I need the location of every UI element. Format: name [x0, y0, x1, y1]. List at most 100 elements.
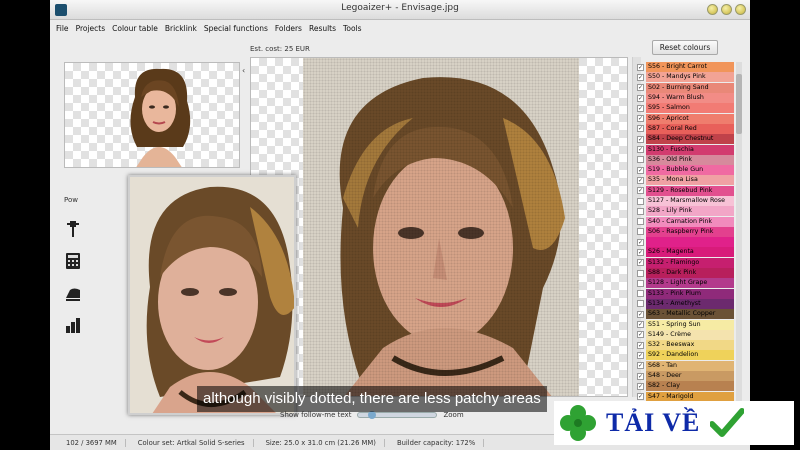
mosaic-canvas[interactable]	[250, 57, 628, 397]
colour-row[interactable]: ✓ S84 - Deep Chestnut	[636, 134, 734, 145]
colour-row[interactable]: ✓ S82 - Clay	[636, 381, 734, 392]
colour-row[interactable]: S06 - Raspberry Pink	[636, 226, 734, 237]
colour-checkbox[interactable]	[637, 300, 644, 308]
menu-results[interactable]: Results	[309, 24, 336, 33]
colour-swatch-label: S26 - Magenta	[646, 247, 734, 258]
colour-row[interactable]: ✓ S32 - Beeswax	[636, 340, 734, 351]
bar-chart-icon[interactable]	[64, 316, 82, 334]
colour-checkbox[interactable]: ✓	[637, 248, 644, 256]
menu-colour-table[interactable]: Colour table	[112, 24, 158, 33]
colour-row[interactable]: ✓ S129 - Rosebud Pink	[636, 185, 734, 196]
colour-checkbox[interactable]: ✓	[637, 331, 644, 339]
colour-swatch-label: S02 - Burning Sand	[646, 82, 734, 93]
colour-checkbox[interactable]: ✓	[637, 63, 644, 71]
colour-checkbox[interactable]: ✓	[637, 84, 644, 92]
scroll-thumb[interactable]	[736, 74, 742, 134]
colour-checkbox[interactable]: ✓	[637, 382, 644, 390]
colour-checkbox[interactable]	[637, 290, 644, 298]
colour-checkbox[interactable]: ✓	[637, 351, 644, 359]
colour-row[interactable]: ✓ S26 - Magenta	[636, 247, 734, 258]
colour-row[interactable]: ✓ S132 - Flamingo	[636, 257, 734, 268]
colour-checkbox[interactable]: ✓	[637, 135, 644, 143]
colour-checkbox[interactable]: ✓	[637, 94, 644, 102]
colour-row[interactable]: ✓ S02 - Burning Sand	[636, 82, 734, 93]
colour-row[interactable]: S40 - Carnation Pink	[636, 216, 734, 227]
colour-list-scrollbar[interactable]	[736, 62, 742, 402]
menu-special-functions[interactable]: Special functions	[204, 24, 268, 33]
menu-tools[interactable]: Tools	[343, 24, 361, 33]
colour-checkbox[interactable]: ✓	[637, 393, 644, 401]
title-bar: Legoaizer+ - Envisage.jpg	[50, 0, 750, 20]
colour-row[interactable]: ✓ S149 - Crème	[636, 329, 734, 340]
colour-checkbox[interactable]: ✓	[637, 259, 644, 267]
collapse-arrow-icon[interactable]: ‹	[242, 66, 245, 75]
colour-row[interactable]: S88 - Dark Pink	[636, 268, 734, 279]
zoom-slider-knob[interactable]	[368, 411, 377, 419]
colour-row[interactable]: S127 - Marsmallow Rose	[636, 196, 734, 206]
bead-tool-icon[interactable]	[64, 220, 82, 238]
reset-colours-button[interactable]: Reset colours	[652, 40, 718, 55]
colour-checkbox[interactable]: ✓	[637, 176, 644, 184]
follow-me-text-toggle[interactable]: Show follow-me text	[280, 411, 351, 419]
colour-checkbox[interactable]	[637, 218, 644, 226]
colour-checkbox[interactable]: ✓	[637, 166, 644, 174]
colour-checkbox[interactable]: ✓	[637, 321, 644, 329]
colour-swatch-label: S94 - Warm Blush	[646, 93, 734, 104]
colour-row[interactable]: ✓ S48 - Deer	[636, 371, 734, 382]
colour-swatch-label: S96 - Apricot	[646, 113, 734, 124]
colour-checkbox[interactable]: ✓	[637, 362, 644, 370]
minimize-button[interactable]	[707, 4, 718, 15]
menu-bricklink[interactable]: Bricklink	[165, 24, 197, 33]
colour-row[interactable]: ✓ S35 - Mona Lisa	[636, 175, 734, 186]
maximize-button[interactable]	[721, 4, 732, 15]
colour-checkbox[interactable]: ✓	[637, 104, 644, 112]
floating-preview[interactable]	[128, 175, 296, 415]
close-button[interactable]	[735, 4, 746, 15]
colour-checkbox[interactable]: ✓	[637, 73, 644, 81]
colour-row[interactable]: ✓ S50 - Mandys Pink	[636, 72, 734, 83]
original-image-preview[interactable]	[64, 62, 240, 168]
colour-row[interactable]: ✓ S87 - Coral Red	[636, 123, 734, 134]
colour-row[interactable]: ✓ S96 - Apricot	[636, 113, 734, 124]
watermark-badge: TẢI VỀ	[554, 401, 794, 445]
colour-checkbox[interactable]	[637, 279, 644, 287]
colour-checkbox[interactable]: ✓	[637, 115, 644, 123]
colour-row[interactable]: ✓	[636, 237, 734, 248]
colour-checkbox[interactable]: ✓	[637, 310, 644, 318]
colour-checkbox[interactable]: ✓	[637, 341, 644, 349]
colour-swatch-label: S133 - Pink Plum	[646, 288, 734, 299]
colour-row[interactable]: ✓ S51 - Spring Sun	[636, 319, 734, 330]
menu-projects[interactable]: Projects	[76, 24, 106, 33]
colour-row[interactable]: ✓ S19 - Bubble Gun	[636, 165, 734, 176]
colour-row[interactable]: ✓ S130 - Fuschia	[636, 144, 734, 155]
colour-checkbox[interactable]: ✓	[637, 238, 644, 246]
colour-swatch-label: S132 - Flamingo	[646, 257, 734, 268]
colour-row[interactable]: S134 - Amethyst	[636, 298, 734, 309]
zoom-slider[interactable]	[357, 411, 438, 419]
calculator-icon[interactable]	[64, 252, 82, 270]
iron-icon[interactable]	[64, 284, 82, 302]
colour-row[interactable]: ✓ S68 - Tan	[636, 360, 734, 371]
colour-checkbox[interactable]: ✓	[637, 146, 644, 154]
colour-row[interactable]: S128 - Light Grape	[636, 278, 734, 289]
colour-checkbox[interactable]	[637, 156, 644, 164]
menu-folders[interactable]: Folders	[275, 24, 302, 33]
colour-checkbox[interactable]	[637, 269, 644, 277]
colour-checkbox[interactable]	[637, 228, 644, 236]
colour-checkbox[interactable]	[637, 197, 644, 205]
menu-file[interactable]: File	[56, 24, 69, 33]
colour-row[interactable]: ✓ S92 - Dandelion	[636, 350, 734, 361]
colour-row[interactable]: ✓ S95 - Salmon	[636, 103, 734, 114]
colour-row[interactable]: S133 - Pink Plum	[636, 288, 734, 299]
colour-checkbox[interactable]: ✓	[637, 125, 644, 133]
colour-row[interactable]: ✓ S56 - Bright Carrot	[636, 62, 734, 73]
colour-checkbox[interactable]: ✓	[637, 372, 644, 380]
colour-swatch-label: S129 - Rosebud Pink	[646, 185, 734, 196]
colour-row[interactable]: S28 - Lily Pink	[636, 206, 734, 217]
colour-row[interactable]: ✓ S63 - Metallic Copper	[636, 309, 734, 320]
colour-swatch-label: S88 - Dark Pink	[646, 268, 734, 279]
colour-checkbox[interactable]: ✓	[637, 187, 644, 195]
colour-row[interactable]: S36 - Old Pink	[636, 154, 734, 165]
colour-row[interactable]: ✓ S94 - Warm Blush	[636, 93, 734, 104]
colour-checkbox[interactable]	[637, 207, 644, 215]
